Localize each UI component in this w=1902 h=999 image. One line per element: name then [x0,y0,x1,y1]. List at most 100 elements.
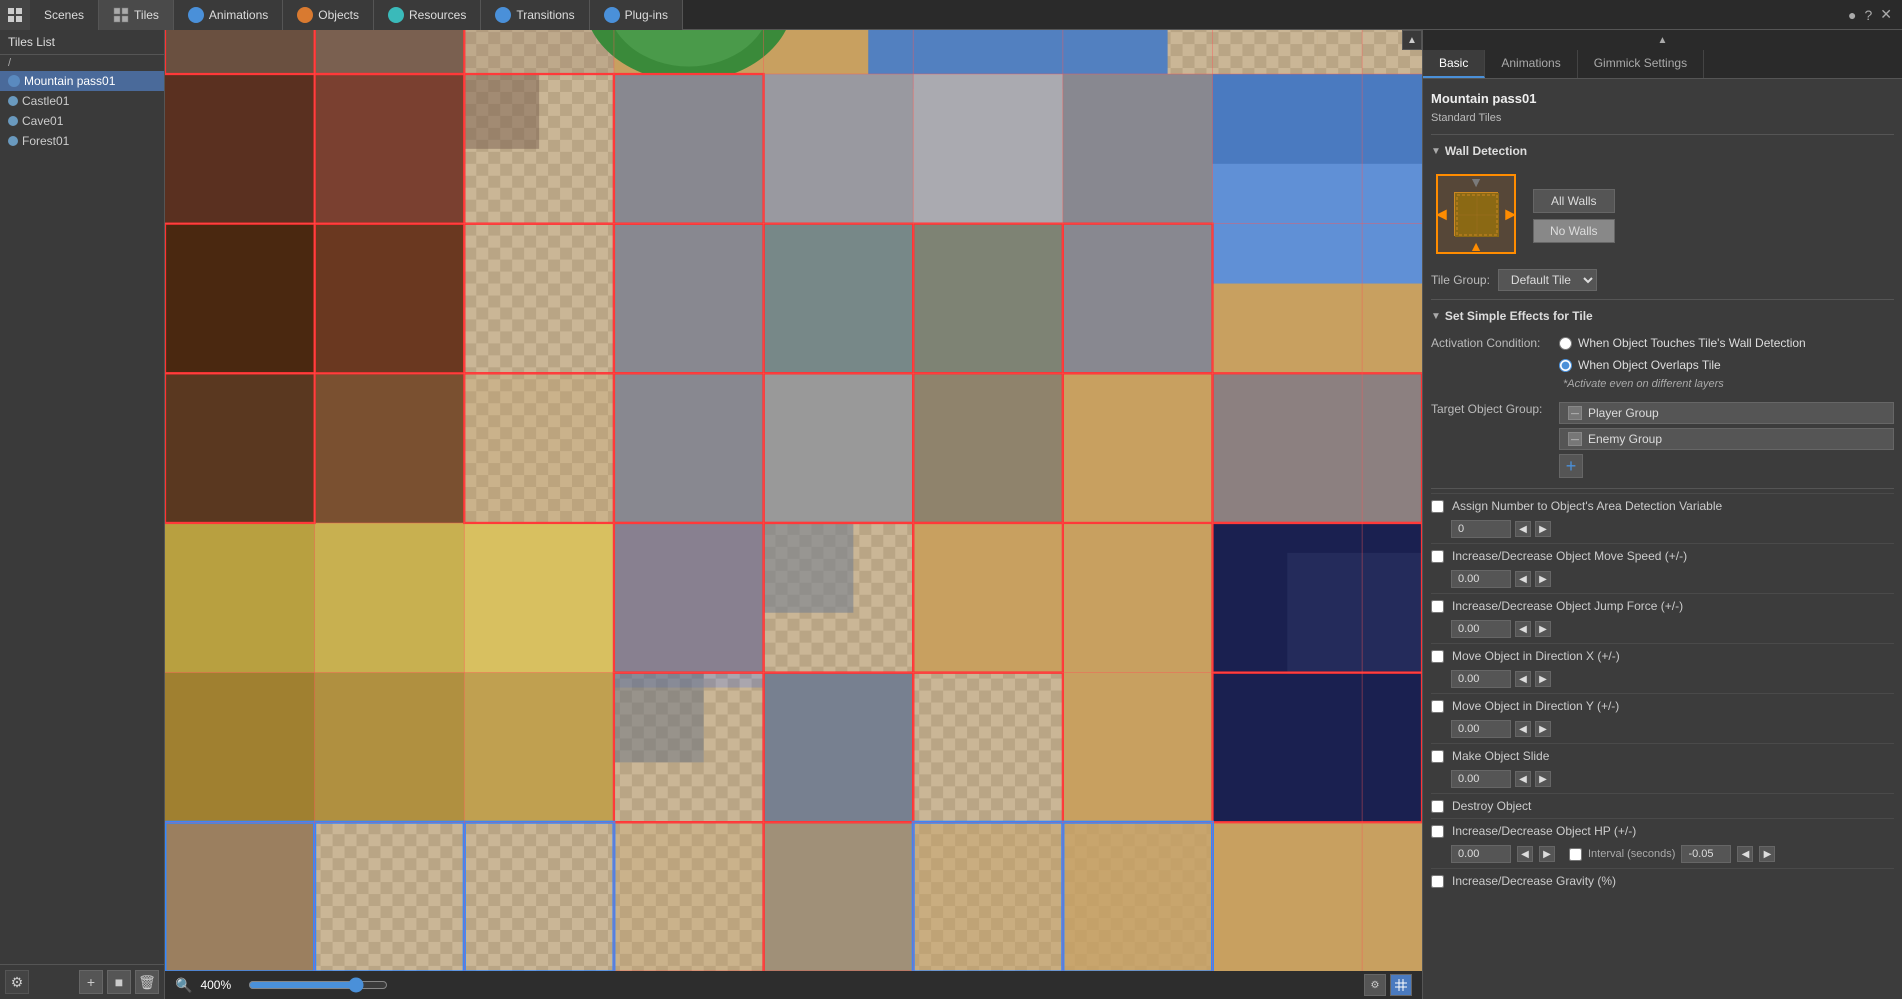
tile-group-select[interactable]: Default Tile [1498,269,1597,291]
effect-direction-x-decrement[interactable]: ◀ [1515,671,1531,687]
decrement-icon-8: ◀ [1742,849,1750,860]
right-tab-animations[interactable]: Animations [1485,50,1577,78]
effect-jump-force-decrement[interactable]: ◀ [1515,621,1531,637]
activation-touches-label: When Object Touches Tile's Wall Detectio… [1578,336,1806,350]
effect-move-speed-value-row: ◀ ▶ [1431,568,1894,593]
effect-hp-interval-decrement[interactable]: ◀ [1737,846,1753,862]
decrement-icon-6: ◀ [1519,774,1527,785]
effect-direction-y-checkbox[interactable] [1431,700,1444,713]
right-tab-basic[interactable]: Basic [1423,50,1485,78]
canvas-grid-button[interactable] [1390,974,1412,996]
right-tab-gimmick[interactable]: Gimmick Settings [1578,50,1704,78]
tab-objects[interactable]: Objects [283,0,374,30]
settings-button[interactable]: ⚙ [5,970,29,994]
effect-slide-input[interactable] [1451,770,1511,788]
canvas-scroll-up-button[interactable]: ▲ [1402,30,1422,50]
wall-arrow-right[interactable]: ▶ [1505,206,1516,223]
activation-radio-overlaps[interactable] [1559,359,1572,372]
effect-hp-decrement[interactable]: ◀ [1517,846,1533,862]
close-icon[interactable]: ✕ [1880,6,1892,23]
effect-slide-increment[interactable]: ▶ [1535,771,1551,787]
effect-jump-force-checkbox[interactable] [1431,600,1444,613]
wall-arrow-left[interactable]: ◀ [1436,206,1447,223]
effect-hp-interval-input[interactable] [1681,845,1731,863]
effect-hp-increment[interactable]: ▶ [1539,846,1555,862]
zoom-slider[interactable] [248,977,388,993]
effect-hp-interval-increment[interactable]: ▶ [1759,846,1775,862]
activation-overlaps-label: When Object Overlaps Tile [1578,358,1721,372]
effect-direction-x-value-row: ◀ ▶ [1431,668,1894,693]
effect-gravity-checkbox[interactable] [1431,875,1444,888]
increment-icon-3: ▶ [1539,624,1547,635]
effect-jump-force-input[interactable] [1451,620,1511,638]
sidebar-item-mountain[interactable]: Mountain pass01 [0,71,164,91]
effect-direction-x-increment[interactable]: ▶ [1535,671,1551,687]
all-walls-button[interactable]: All Walls [1533,189,1615,213]
effect-move-speed-increment[interactable]: ▶ [1535,571,1551,587]
wall-detection-section-header[interactable]: ▼ Wall Detection [1431,139,1894,163]
scenes-label: Scenes [44,8,84,22]
mountain-item-icon [8,75,20,87]
effect-hp-checkbox[interactable] [1431,825,1444,838]
effect-slide-label: Make Object Slide [1452,749,1894,763]
player-group-item[interactable]: — Player Group [1559,402,1894,424]
tab-plugins[interactable]: Plug-ins [590,0,683,30]
tab-animations[interactable]: Animations [174,0,283,30]
effect-destroy-label: Destroy Object [1452,799,1894,813]
effect-hp-interval-checkbox[interactable] [1569,848,1582,861]
tile-canvas[interactable] [165,30,1422,971]
activation-radio-touches[interactable] [1559,337,1572,350]
effect-assign-number-increment[interactable]: ▶ [1535,521,1551,537]
effect-direction-x-checkbox[interactable] [1431,650,1444,663]
sidebar-breadcrumb: / [0,55,164,71]
effect-destroy-checkbox[interactable] [1431,800,1444,813]
sidebar-item-castle[interactable]: Castle01 [0,91,164,111]
tab-transitions[interactable]: Transitions [481,0,589,30]
sidebar-item-cave[interactable]: Cave01 [0,111,164,131]
activation-note: *Activate even on different layers [1559,378,1806,390]
objects-icon [297,7,313,23]
increment-icon-2: ▶ [1539,574,1547,585]
effect-move-speed-decrement[interactable]: ◀ [1515,571,1531,587]
activation-option-overlaps: When Object Overlaps Tile [1559,356,1806,374]
effect-assign-number-input[interactable] [1451,520,1511,538]
right-scroll-up-icon: ▲ [1658,35,1668,46]
sidebar-item-forest[interactable]: Forest01 [0,131,164,151]
effect-direction-y-increment[interactable]: ▶ [1535,721,1551,737]
circle-icon[interactable]: ● [1848,7,1856,23]
effect-direction-x-input[interactable] [1451,670,1511,688]
zoom-value: 400% [200,978,240,992]
effect-hp-input[interactable] [1451,845,1511,863]
add-group-button[interactable]: + [1559,454,1583,478]
canvas-settings-button[interactable]: ⚙ [1364,974,1386,996]
animations-tab-label: Animations [1501,56,1560,70]
simple-effects-arrow: ▼ [1431,311,1441,322]
effect-direction-y-input[interactable] [1451,720,1511,738]
wall-arrow-down[interactable]: ▲ [1469,238,1483,254]
no-walls-button[interactable]: No Walls [1533,219,1615,243]
tab-resources[interactable]: Resources [374,0,481,30]
wall-buttons: All Walls No Walls [1533,169,1615,243]
effect-slide-decrement[interactable]: ◀ [1515,771,1531,787]
separator-2 [1431,299,1894,300]
effect-hp-label: Increase/Decrease Object HP (+/-) [1452,824,1894,838]
delete-tileset-button[interactable]: 🗑 [135,970,159,994]
effect-jump-force-increment[interactable]: ▶ [1535,621,1551,637]
right-panel-scroll-up[interactable]: ▲ [1423,30,1902,50]
wall-arrow-up[interactable]: ▼ [1469,174,1483,190]
effect-assign-number-checkbox[interactable] [1431,500,1444,513]
target-group-section: Target Object Group: — Player Group — En… [1431,396,1894,484]
effect-move-speed-checkbox[interactable] [1431,550,1444,563]
enemy-group-item[interactable]: — Enemy Group [1559,428,1894,450]
duplicate-tileset-button[interactable]: ■ [107,970,131,994]
effect-move-speed-input[interactable] [1451,570,1511,588]
effect-direction-y-decrement[interactable]: ◀ [1515,721,1531,737]
effect-slide-checkbox[interactable] [1431,750,1444,763]
help-icon[interactable]: ? [1864,7,1872,23]
add-tileset-button[interactable]: + [79,970,103,994]
simple-effects-section-header[interactable]: ▼ Set Simple Effects for Tile [1431,304,1894,328]
effect-slide: Make Object Slide [1431,743,1894,768]
tab-scenes[interactable]: Scenes [30,0,99,30]
effect-assign-number-decrement[interactable]: ◀ [1515,521,1531,537]
tab-tiles[interactable]: Tiles [99,0,174,30]
